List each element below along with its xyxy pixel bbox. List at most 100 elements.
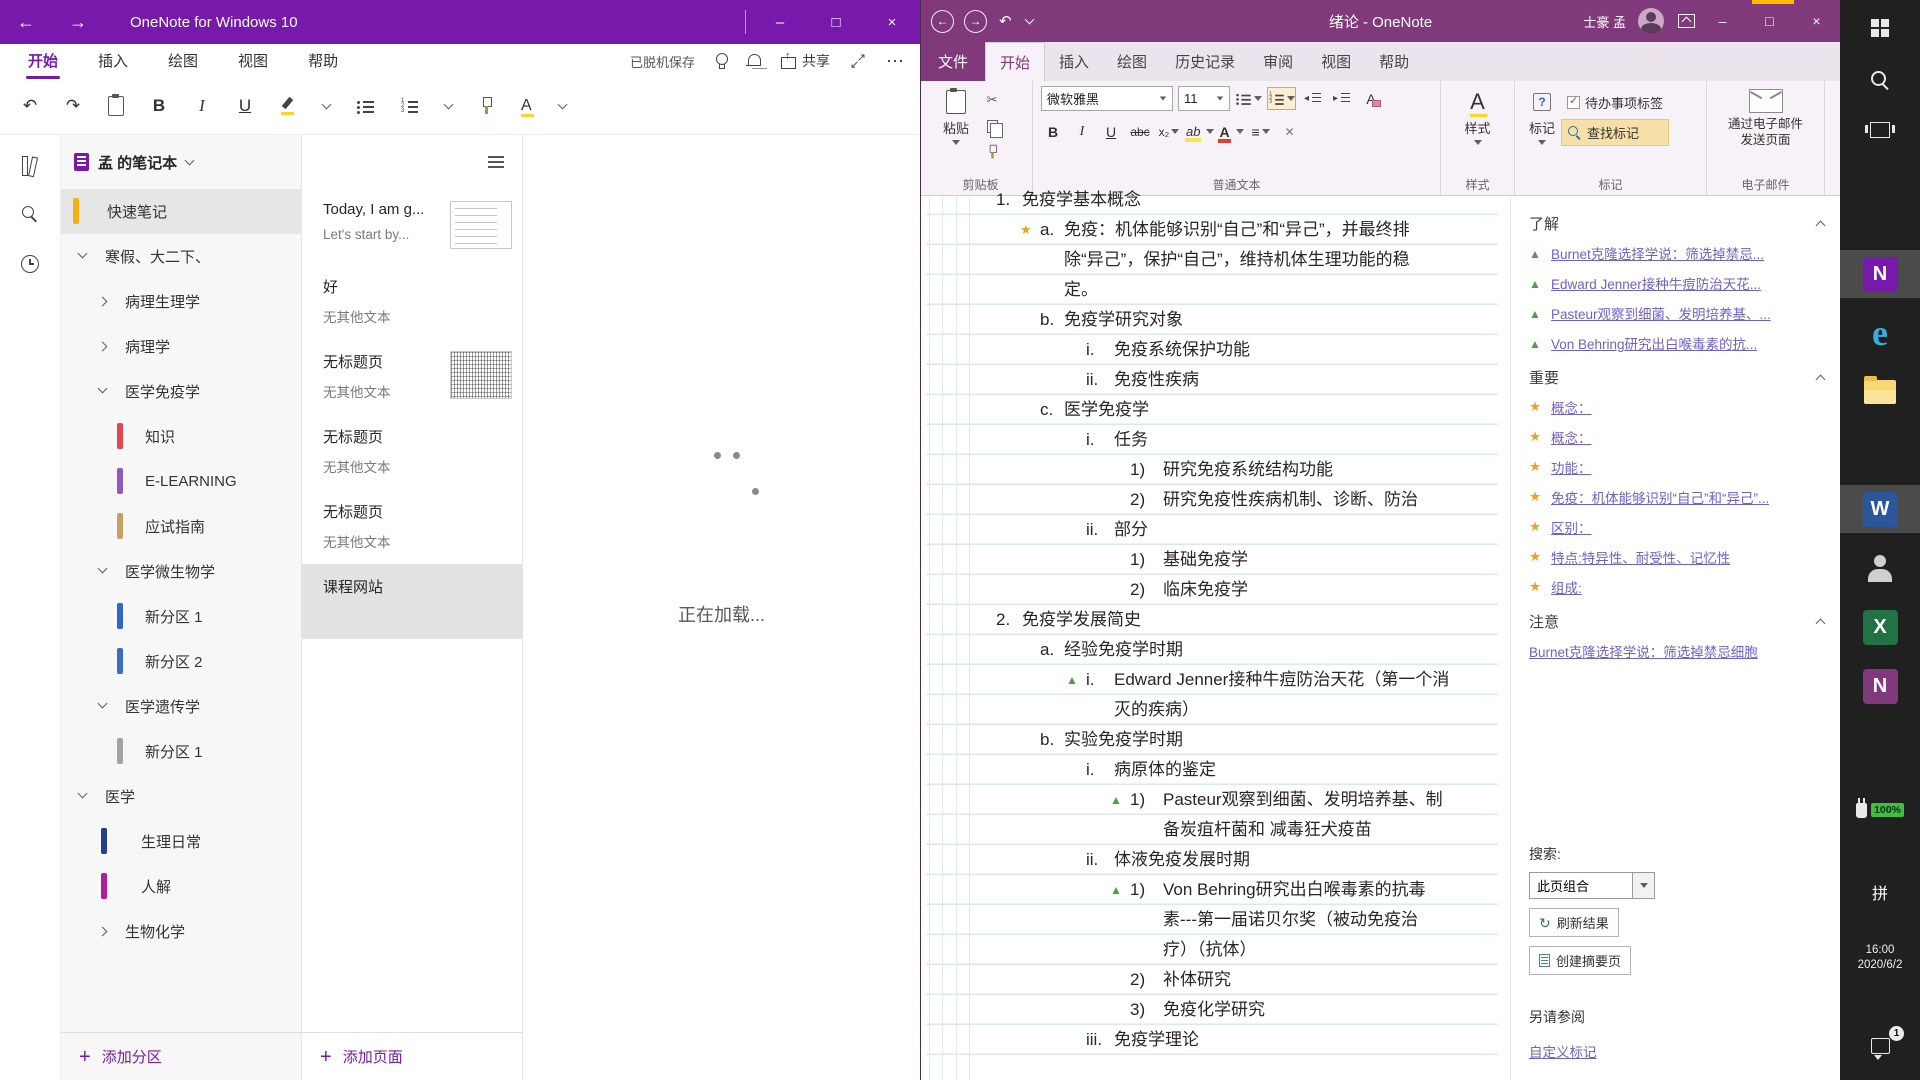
clear-formatting-icon[interactable]: A xyxy=(1359,87,1383,110)
collapse-chevron-icon[interactable] xyxy=(1816,220,1826,230)
list-chevron-icon[interactable] xyxy=(444,100,454,110)
taskbar-file-explorer[interactable] xyxy=(1840,368,1920,416)
chevron-down-icon[interactable] xyxy=(78,789,88,799)
section-group-row[interactable]: 病理学 xyxy=(61,324,301,369)
tag-summary-item[interactable]: ★区别： xyxy=(1529,512,1828,542)
share-button[interactable]: 共享 xyxy=(781,51,830,71)
section-group-row[interactable]: 病理生理学 xyxy=(61,279,301,324)
decrease-indent-icon[interactable] xyxy=(1301,87,1325,110)
tag-item-link[interactable]: Burnet克隆选择学说：筛选掉禁忌... xyxy=(1551,243,1764,263)
paste-button[interactable]: 粘贴 xyxy=(937,86,975,177)
more-chevron-icon[interactable] xyxy=(557,100,567,110)
ribbon-tab[interactable]: 视图 xyxy=(1307,42,1365,81)
tray-ime-indicator[interactable]: 拼 xyxy=(1840,868,1920,916)
chevron-right-icon[interactable] xyxy=(98,927,108,937)
back-button[interactable]: ← xyxy=(0,0,52,44)
taskbar-edge[interactable]: e xyxy=(1840,309,1920,357)
search-icon[interactable] xyxy=(21,205,39,223)
italic-icon[interactable]: I xyxy=(194,96,210,116)
tag-summary-item[interactable]: ▲Von Behring研究出白喉毒素的抗... xyxy=(1529,328,1828,358)
section-group-row[interactable]: 医学免疫学 xyxy=(61,369,301,414)
notifications-icon[interactable] xyxy=(747,54,761,69)
tag-item-link[interactable]: Edward Jenner接种牛痘防治天花... xyxy=(1551,273,1761,293)
sort-pages-icon[interactable] xyxy=(488,155,506,169)
tag-summary-item[interactable]: ★免疫：机体能够识别“自己”和“异己”... xyxy=(1529,482,1828,512)
copy-icon[interactable] xyxy=(981,116,1003,136)
highlight-button[interactable]: ab xyxy=(1186,120,1214,143)
avatar[interactable] xyxy=(1638,8,1664,34)
tag-summary-item[interactable]: ★概念： xyxy=(1529,392,1828,422)
font-size-combo[interactable]: 11 xyxy=(1178,86,1230,111)
section-group-row[interactable]: 医学 xyxy=(61,774,301,819)
taskbar-onenote-2016[interactable]: N xyxy=(1840,662,1920,710)
ribbon-tab[interactable]: 开始 xyxy=(985,42,1045,81)
recent-notes-icon[interactable] xyxy=(21,255,39,273)
taskbar-excel[interactable]: X xyxy=(1840,603,1920,651)
section-row[interactable]: 新分区 2 xyxy=(61,639,301,684)
numbered-list-button[interactable] xyxy=(1267,87,1296,110)
back-button[interactable]: ← xyxy=(931,10,954,33)
action-center-button[interactable]: 1 xyxy=(1840,1022,1920,1070)
collapse-chevron-icon[interactable] xyxy=(1816,618,1826,628)
taskbar-onenote-uwp[interactable]: N xyxy=(1840,250,1920,298)
notebook-switcher[interactable]: 孟 的笔记本 xyxy=(61,135,301,189)
format-painter-icon[interactable] xyxy=(981,142,1003,162)
redo-icon[interactable]: ↷ xyxy=(65,96,81,116)
page-list-item[interactable]: 无标题页无其他文本 xyxy=(302,339,522,414)
numbered-list-icon[interactable] xyxy=(401,100,418,113)
account-name[interactable]: 士豪 孟 xyxy=(1583,12,1626,31)
uwp-tab[interactable]: 插入 xyxy=(96,45,130,77)
tag-summary-item[interactable]: ★功能： xyxy=(1529,452,1828,482)
uwp-tab[interactable]: 视图 xyxy=(236,45,270,77)
font-color-button[interactable]: A xyxy=(1219,120,1243,143)
find-tags-button[interactable]: 查找标记 xyxy=(1561,119,1669,146)
tag-group-header[interactable]: 了解 xyxy=(1529,208,1828,238)
undo-icon[interactable]: ↶ xyxy=(22,96,38,116)
add-section-button[interactable]: + 添加分区 xyxy=(61,1032,301,1080)
page-list-item[interactable]: 好无其他文本 xyxy=(302,264,522,339)
maximize-button[interactable]: □ xyxy=(808,0,864,44)
section-row[interactable]: E-LEARNING xyxy=(61,459,301,504)
paste-icon[interactable] xyxy=(108,96,124,116)
ribbon-tab[interactable]: 绘图 xyxy=(1103,42,1161,81)
tag-item-link[interactable]: 区别： xyxy=(1551,517,1592,537)
sync-status[interactable]: 已脱机保存 xyxy=(630,52,695,71)
todo-tag-button[interactable]: 待办事项标签 xyxy=(1561,90,1669,115)
tell-me-icon[interactable] xyxy=(715,53,727,69)
notebooks-icon[interactable] xyxy=(20,155,40,175)
italic-button[interactable]: I xyxy=(1070,120,1094,143)
tag-summary-item[interactable]: ★特点:特异性、耐受性、记忆性 xyxy=(1529,542,1828,572)
styles-icon[interactable]: A xyxy=(521,97,532,115)
tag-summary-item[interactable]: ★组成: xyxy=(1529,572,1828,602)
page-list-item[interactable]: Today, I am g...Let's start by... xyxy=(302,189,522,264)
qat-customize-icon[interactable] xyxy=(1024,15,1034,25)
maximize-button[interactable]: □ xyxy=(1746,0,1793,42)
tag-item-link[interactable]: 功能： xyxy=(1551,457,1592,477)
tray-clock[interactable]: 16:00 2020/6/2 xyxy=(1840,936,1920,980)
close-button[interactable]: × xyxy=(864,0,920,44)
page-canvas[interactable]: 1.免疫学基本概念★a.免疫：机体能够识别“自己”和“异己”，并最终排除“异己”… xyxy=(926,196,1498,1080)
bullet-list-icon[interactable] xyxy=(357,100,374,113)
taskbar-search-button[interactable] xyxy=(1840,56,1920,104)
section-group-row[interactable]: 生物化学 xyxy=(61,909,301,954)
task-view-button[interactable] xyxy=(1840,106,1920,154)
tag-item-link[interactable]: Von Behring研究出白喉毒素的抗... xyxy=(1551,333,1757,353)
increase-indent-icon[interactable] xyxy=(1330,87,1354,110)
more-options-icon[interactable]: ⋯ xyxy=(886,51,904,72)
tag-group-header[interactable]: 注意 xyxy=(1529,606,1828,636)
tag-summary-item[interactable]: ▲Edward Jenner接种牛痘防治天花... xyxy=(1529,268,1828,298)
paragraph-alignment-button[interactable]: ≡ xyxy=(1249,120,1273,143)
email-page-button[interactable]: 通过电子邮件发送页面 xyxy=(1718,86,1814,151)
underline-icon[interactable]: U xyxy=(237,96,253,116)
page-list-item[interactable]: 课程网站 xyxy=(302,564,522,639)
search-scope-combo[interactable]: 此页组合 xyxy=(1529,872,1633,899)
create-summary-page-button[interactable]: 创建摘要页 xyxy=(1529,946,1631,975)
tag-item-link[interactable]: 概念： xyxy=(1551,427,1592,447)
close-button[interactable]: × xyxy=(1793,0,1840,42)
tag-item-link[interactable]: Pasteur观察到细菌、发明培养基、... xyxy=(1551,303,1771,323)
tag-item-link[interactable]: Burnet克隆选择学说：筛选掉禁忌细胞 xyxy=(1529,641,1758,661)
taskbar-people[interactable] xyxy=(1840,544,1920,592)
tag-button[interactable]: ? 标记 xyxy=(1523,86,1561,177)
formatting-chevron-icon[interactable] xyxy=(322,100,332,110)
tag-summary-item[interactable]: ▲Pasteur观察到细菌、发明培养基、... xyxy=(1529,298,1828,328)
